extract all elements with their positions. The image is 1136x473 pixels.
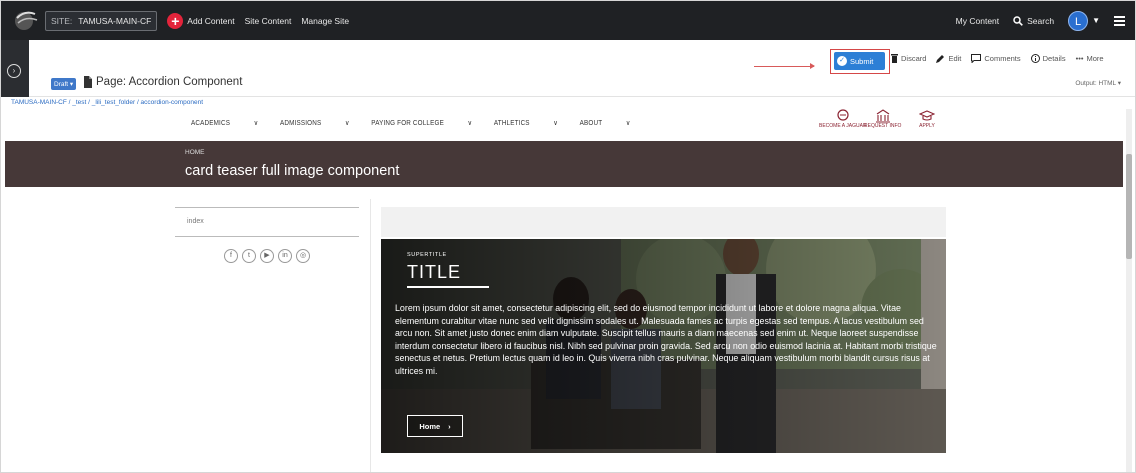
scrollbar-thumb[interactable] (1126, 154, 1132, 259)
add-content-label: Add Content (187, 15, 235, 26)
banner-title: card teaser full image component (185, 163, 400, 179)
avatar[interactable]: L (1068, 10, 1089, 31)
nav-item-admissions[interactable]: ADMISSIONS ∨ (280, 119, 350, 127)
twitter-icon[interactable]: t (242, 249, 256, 263)
pencil-icon (936, 55, 945, 63)
site-label: SITE: (51, 15, 73, 26)
submit-button[interactable]: ✓ Submit (834, 52, 885, 70)
facebook-icon[interactable]: f (224, 249, 238, 263)
banner-breadcrumb[interactable]: HOME (185, 149, 205, 156)
search-label: Search (1027, 15, 1055, 26)
comments-button[interactable]: Comments (971, 54, 1021, 63)
card-title-rule (407, 286, 489, 288)
manage-site-link[interactable]: Manage Site (301, 16, 349, 26)
trash-icon (891, 54, 898, 63)
card-teaser: SUPERTITLE TITLE Lorem ipsum dolor sit a… (381, 239, 946, 453)
search-icon (1013, 15, 1024, 26)
breadcrumb[interactable]: TAMUSA-MAIN-CF / _test / _lili_test_fold… (11, 99, 203, 106)
discard-label: Discard (901, 54, 927, 63)
sidebar-index-link[interactable]: index (175, 207, 359, 237)
become-a-jaguar-link[interactable]: BECOME A JAGUAR (819, 109, 867, 129)
chevron-right-icon: › (448, 421, 451, 431)
page-toolbar: Discard Edit Comments Details ••• More (891, 54, 1114, 63)
comments-label: Comments (984, 54, 1021, 63)
more-button[interactable]: ••• More (1076, 54, 1104, 63)
card-supertitle: SUPERTITLE (407, 252, 447, 258)
cascade-logo-icon[interactable] (13, 8, 41, 34)
output-select[interactable]: Output: HTML ▾ (1075, 79, 1121, 87)
nav-item-about[interactable]: ABOUT ∨ (580, 119, 631, 127)
add-content-button[interactable]: + Add Content (167, 12, 235, 29)
jaguar-icon (819, 109, 867, 123)
instagram-icon[interactable]: ◎ (296, 249, 310, 263)
my-content-link[interactable]: My Content (956, 16, 999, 26)
details-button[interactable]: Details (1030, 54, 1066, 63)
search-button[interactable]: Search (1013, 16, 1054, 26)
page-icon (84, 76, 92, 88)
draft-badge[interactable]: Draft ▾ (51, 78, 77, 90)
nav-item-athletics[interactable]: ATHLETICS ∨ (494, 119, 558, 127)
page-header: Draft ▾ Page: Accordion Component ✓ Subm… (29, 40, 1135, 97)
discard-button[interactable]: Discard (891, 54, 926, 63)
edit-button[interactable]: Edit (936, 54, 961, 63)
card-title: TITLE (407, 262, 462, 282)
nav-item-academics[interactable]: ACADEMICS ∨ (191, 119, 258, 127)
side-panel-strip: › (1, 40, 29, 97)
chevron-down-icon[interactable]: ▼ (1092, 16, 1100, 25)
site-name: TAMUSA-MAIN-CF (78, 15, 152, 26)
site-selector[interactable]: SITE: TAMUSA-MAIN-CF (45, 10, 158, 31)
submit-label: Submit (850, 56, 874, 66)
nav-item-paying-for-college[interactable]: PAYING FOR COLLEGE ∨ (371, 119, 472, 127)
left-sidebar: index f t ▶ in ◎ (175, 207, 359, 263)
cms-window: SITE: TAMUSA-MAIN-CF + Add Content Site … (0, 0, 1136, 473)
request-info-label: REQUEST INFO (864, 123, 902, 129)
youtube-icon[interactable]: ▶ (260, 249, 274, 263)
page-title: Page: Accordion Component (96, 76, 243, 88)
site-main-nav: ACADEMICS ∨ ADMISSIONS ∨ PAYING FOR COLL… (191, 119, 652, 127)
edit-label: Edit (948, 54, 962, 63)
content-placeholder-bar (381, 207, 946, 237)
card-home-button[interactable]: Home › (407, 415, 463, 437)
card-body-text: Lorem ipsum dolor sit amet, consectetur … (395, 303, 937, 376)
request-info-link[interactable]: REQUEST INFO (864, 109, 901, 129)
check-icon: ✓ (837, 56, 847, 66)
graduation-cap-icon (919, 109, 935, 123)
annotation-arrow (754, 63, 815, 69)
comment-icon (971, 54, 982, 63)
plus-icon: + (167, 12, 184, 29)
site-content-link[interactable]: Site Content (245, 16, 292, 26)
apply-link[interactable]: APPLY (919, 109, 935, 129)
page-banner: HOME card teaser full image component (5, 141, 1123, 187)
details-label: Details (1042, 54, 1066, 63)
hamburger-menu-icon[interactable] (1114, 15, 1125, 26)
top-right-controls: My Content Search L ▼ (956, 1, 1125, 40)
info-icon (1030, 54, 1040, 63)
top-bar: SITE: TAMUSA-MAIN-CF + Add Content Site … (1, 1, 1135, 40)
more-dots-icon: ••• (1075, 54, 1084, 63)
home-button-label: Home (419, 421, 441, 431)
page-preview: ACADEMICS ∨ ADMISSIONS ∨ PAYING FOR COLL… (1, 109, 1135, 472)
apply-label: APPLY (919, 123, 935, 129)
column-divider (370, 199, 371, 472)
become-a-jaguar-label: BECOME A JAGUAR (819, 123, 867, 129)
more-label: More (1086, 54, 1104, 63)
building-icon (864, 109, 901, 123)
linkedin-icon[interactable]: in (278, 249, 292, 263)
expand-panel-icon[interactable]: › (7, 64, 21, 78)
social-links: f t ▶ in ◎ (175, 249, 359, 263)
